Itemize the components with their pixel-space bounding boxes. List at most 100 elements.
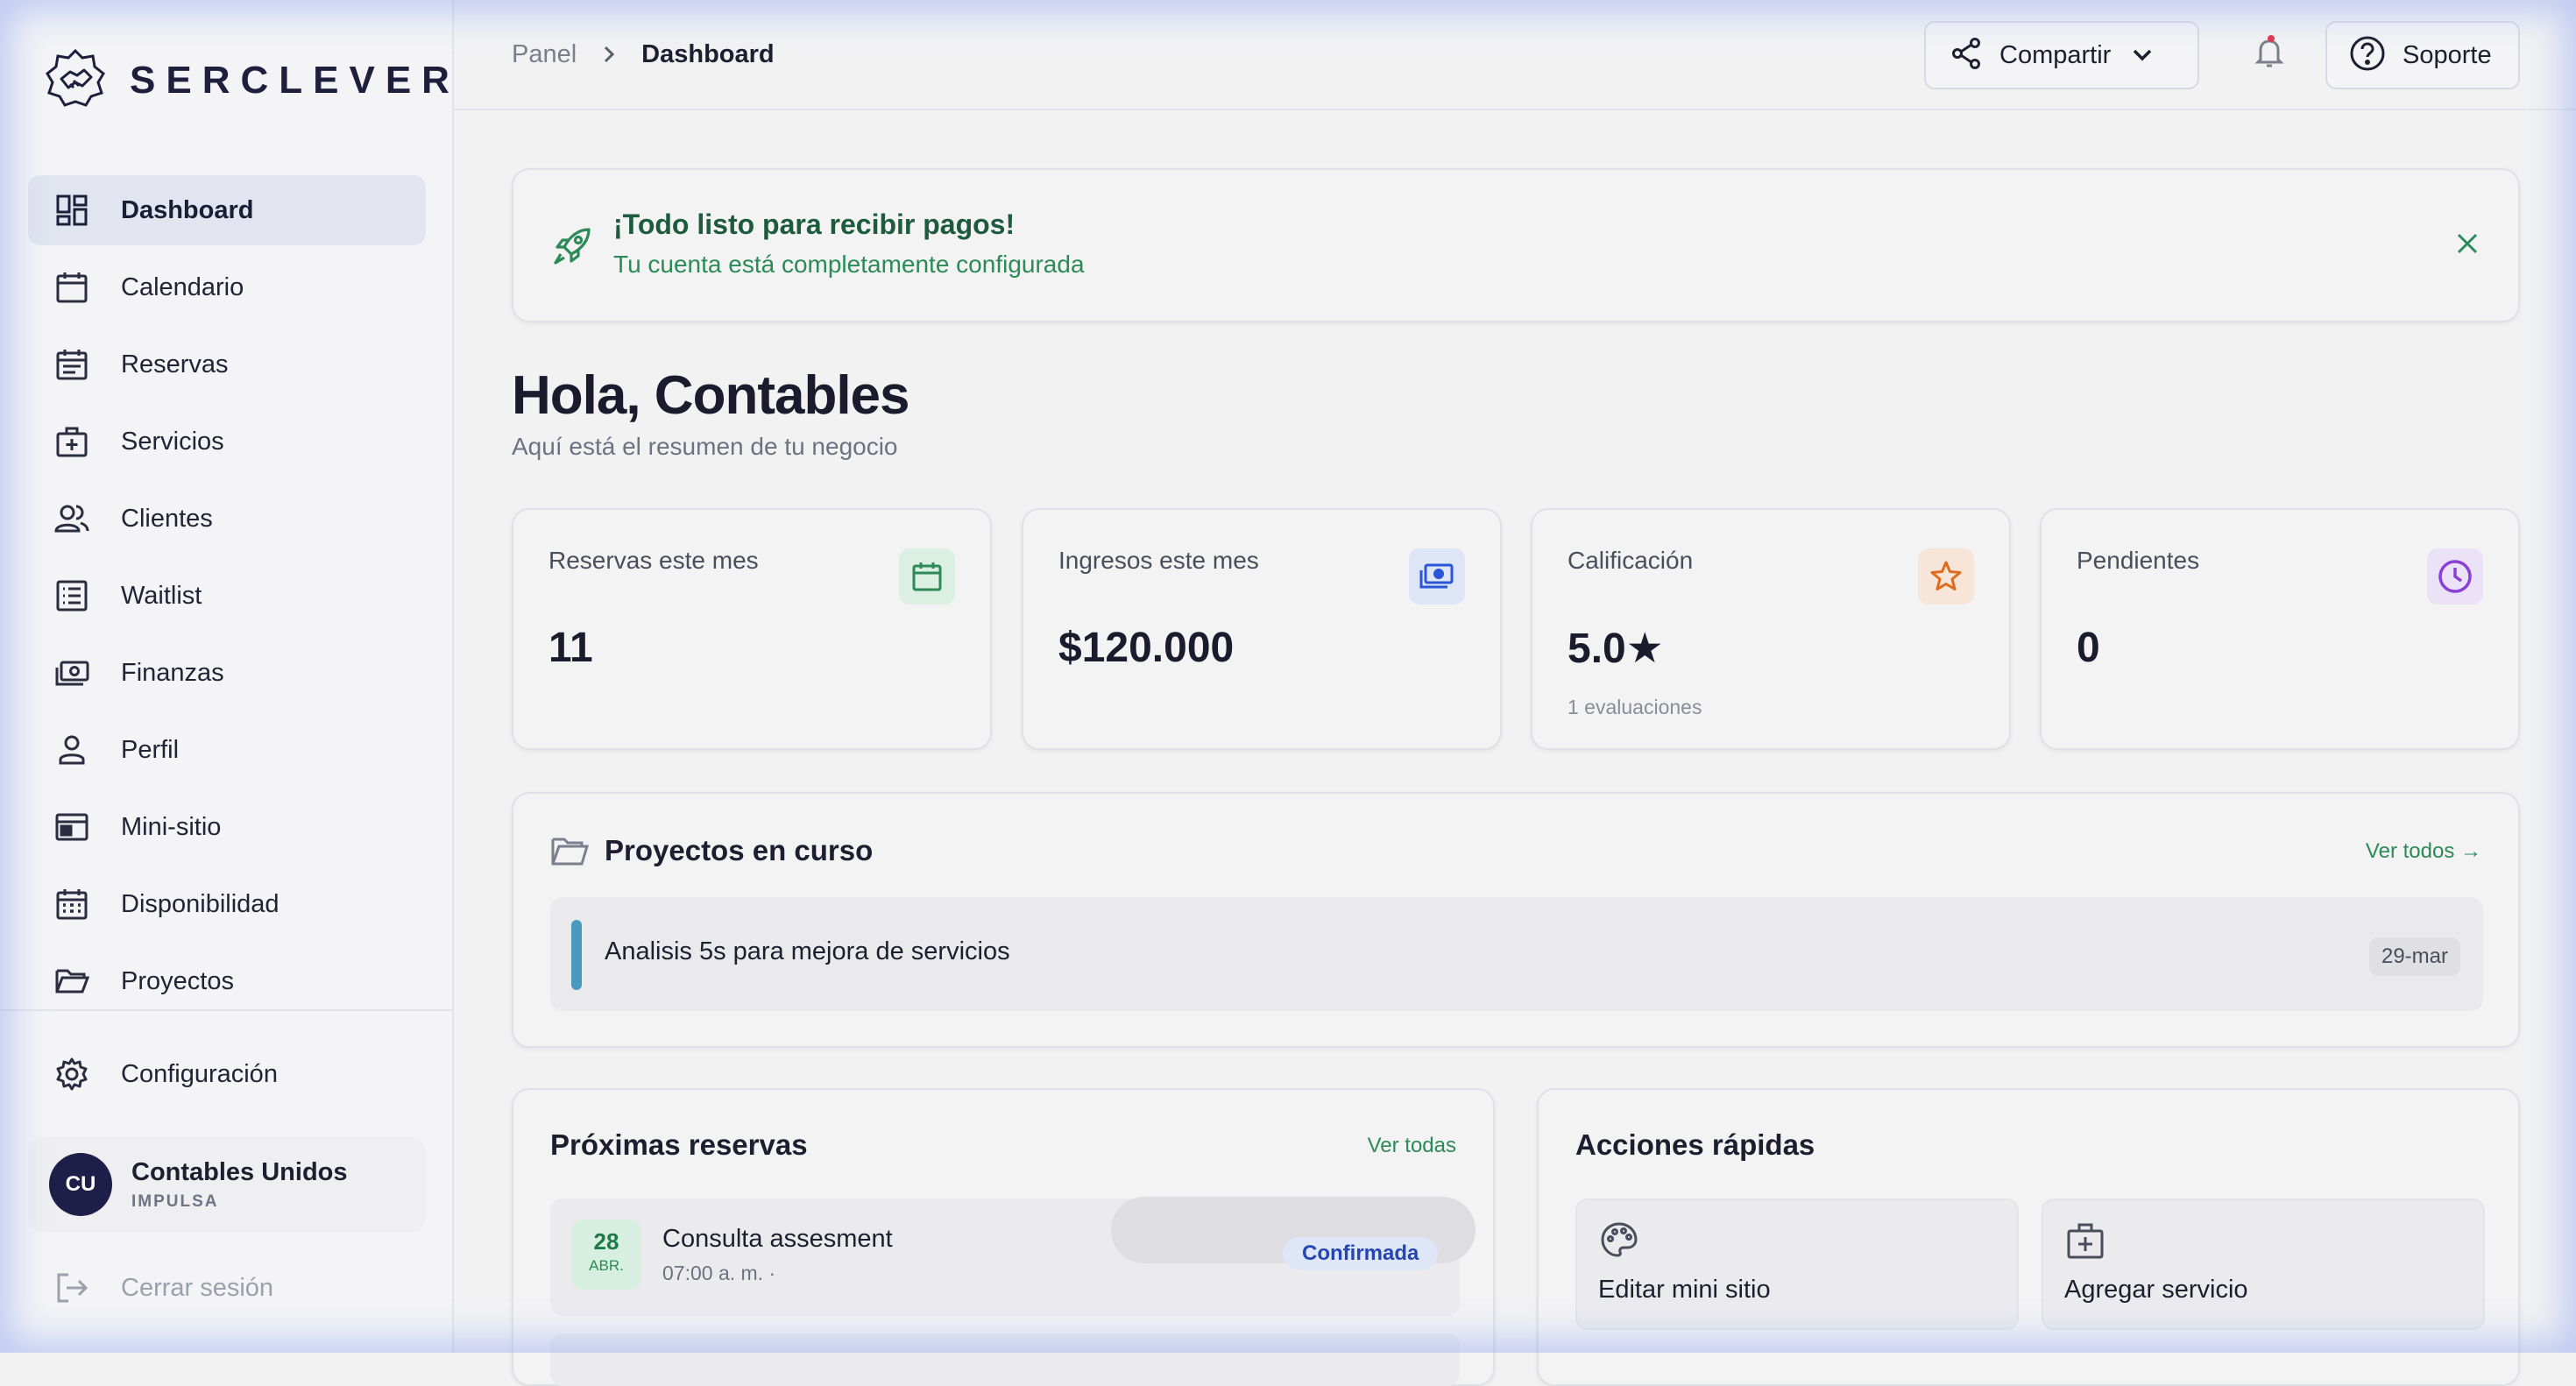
palette-icon [1598,1220,1640,1266]
help-circle-icon [2348,34,2387,77]
page-subtitle: Aquí está el resumen de tu negocio [512,433,898,460]
stat-card-reservas: Reservas este mes 11 [512,508,992,750]
sidebar-item-label: Reservas [121,350,229,378]
money-icon [53,654,91,692]
share-button[interactable]: Compartir [1924,21,2199,89]
sidebar-item-configuracion[interactable]: Configuración [28,1039,426,1109]
sidebar-item-label: Mini-sitio [121,812,222,841]
medkit-icon [2064,1220,2106,1266]
sidebar: SERCLEVER Dashboard Calendario Reservas … [0,0,454,1353]
handshake-logo-icon [44,47,107,115]
sidebar-item-disponibilidad[interactable]: Disponibilidad [28,869,426,939]
sidebar-config-section: Configuración [28,1039,426,1116]
edit-mini-site-button[interactable]: Editar mini sitio [1575,1199,2019,1330]
sidebar-item-calendario[interactable]: Calendario [28,252,426,322]
reservation-date-badge: 28 ABR. [571,1220,641,1290]
reservation-row[interactable] [550,1333,1460,1386]
sidebar-item-waitlist[interactable]: Waitlist [28,561,426,631]
sidebar-item-perfil[interactable]: Perfil [28,715,426,785]
quick-actions-card: Acciones rápidas Editar mini sitio Agreg… [1537,1088,2520,1386]
gear-icon [53,1055,91,1093]
share-icon [1949,36,1984,75]
sidebar-nav: Dashboard Calendario Reservas Servicios … [28,175,426,1023]
quick-actions-title: Acciones rápidas [1575,1128,1815,1161]
project-date-badge: 29-mar [2368,937,2460,976]
stat-value: 5.0★ [1568,626,1664,672]
folder-icon [53,962,91,1001]
logout-label: Cerrar sesión [121,1273,274,1302]
share-label: Compartir [1999,40,2112,69]
calendar-icon [899,548,955,605]
reservation-day: 28 [593,1228,619,1255]
sidebar-item-label: Calendario [121,272,244,301]
stat-label: Calificación [1568,547,1694,574]
status-badge: Confirmada [1283,1237,1439,1270]
payments-ready-banner: ¡Todo listo para recibir pagos! Tu cuent… [512,168,2520,322]
sidebar-item-label: Waitlist [121,581,202,610]
dashboard-icon [53,191,91,230]
stat-label: Ingresos este mes [1058,547,1259,574]
banner-subtitle: Tu cuenta está completamente configurada [613,251,1085,278]
breadcrumb-panel[interactable]: Panel [512,40,577,69]
sidebar-item-proyectos[interactable]: Proyectos [28,946,426,1016]
website-icon [53,808,91,846]
stat-label: Pendientes [2077,547,2200,574]
breadcrumb-current: Dashboard [641,39,775,68]
projects-title: Proyectos en curso [605,834,874,866]
clock-icon [2427,548,2483,605]
notification-dot [2268,35,2275,42]
user-info: Contables Unidos IMPULSA [131,1158,348,1212]
sidebar-item-clientes[interactable]: Clientes [28,484,426,554]
projects-card: Proyectos en curso Ver todos → Analisis … [512,792,2520,1048]
sidebar-item-reservas[interactable]: Reservas [28,329,426,400]
logout-button[interactable]: Cerrar sesión [28,1253,426,1323]
support-button[interactable]: Soporte [2325,21,2520,89]
sidebar-item-dashboard[interactable]: Dashboard [28,175,426,245]
calendar-icon [53,268,91,307]
breadcrumb: Panel Dashboard [512,33,775,75]
star-icon [1918,548,1974,605]
support-label: Soporte [2403,40,2492,69]
sidebar-item-servicios[interactable]: Servicios [28,407,426,477]
stat-value: 0 [2077,625,2100,671]
add-service-button[interactable]: Agregar servicio [2042,1199,2485,1330]
sidebar-item-mini-sitio[interactable]: Mini-sitio [28,792,426,862]
stat-card-ingresos: Ingresos este mes $120.000 [1022,508,1502,750]
stat-card-pendientes: Pendientes 0 [2040,508,2520,750]
money-icon [1409,548,1465,605]
users-icon [53,499,91,538]
reservation-time: 07:00 a. m. · [662,1262,776,1284]
chevron-right-icon [599,45,619,64]
sidebar-divider [0,1009,452,1011]
user-plan-badge: IMPULSA [131,1192,219,1211]
brand-name: SERCLEVER [130,59,460,102]
banner-title: ¡Todo listo para recibir pagos! [613,209,1016,240]
sidebar-item-label: Perfil [121,735,180,764]
notifications-bell-icon[interactable] [2243,26,2296,79]
sidebar-item-finanzas[interactable]: Finanzas [28,638,426,708]
chevron-down-icon [2130,43,2155,67]
topbar: Panel Dashboard Compartir Soporte [454,0,2576,110]
user-name: Contables Unidos [131,1157,348,1186]
sidebar-item-label: Dashboard [121,195,254,224]
logout-section: Cerrar sesión [28,1253,426,1330]
avatar: CU [49,1153,112,1216]
project-color-bar [571,920,582,990]
medkit-icon [53,422,91,461]
page-title: Hola, Contables [512,365,910,426]
projects-view-all-link[interactable]: Ver todos → [2366,839,2481,864]
stat-card-calificacion: Calificación 5.0★ 1 evaluaciones [1531,508,2011,750]
reservations-title: Próximas reservas [550,1128,808,1161]
close-icon[interactable] [2448,224,2487,263]
rocket-icon [550,224,594,272]
reservation-month: ABR. [589,1257,624,1274]
quick-action-label: Agregar servicio [2064,1276,2248,1304]
folder-icon [550,834,590,873]
brand-logo[interactable]: SERCLEVER [44,44,460,117]
user-card[interactable]: CU Contables Unidos IMPULSA [28,1137,426,1232]
project-row[interactable]: Analisis 5s para mejora de servicios 29-… [550,897,2483,1011]
reservations-view-all-link[interactable]: Ver todas [1368,1134,1456,1158]
person-icon [53,731,91,769]
sidebar-item-label: Servicios [121,427,224,456]
reservation-name: Consulta assesment [662,1225,893,1253]
